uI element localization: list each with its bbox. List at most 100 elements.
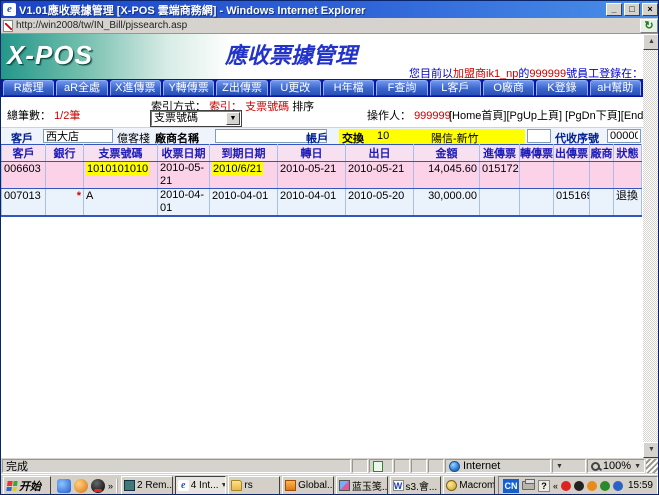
record-count: 總筆數： 1/2筆 (7, 107, 80, 123)
table-row[interactable]: 007013 * A 2010-04-01 2010-04-01 2010-04… (2, 189, 642, 217)
info-row: 總筆數： 1/2筆 索引方式： 索引： 支票號碼 排序 支票號碼 ▼ 操作人： … (1, 97, 643, 127)
maximize-button[interactable]: □ (624, 3, 640, 16)
highlighted-due-date: 2010/6/21 (212, 162, 263, 176)
taskbar-global-button[interactable]: Global... (282, 476, 334, 495)
zoom-control[interactable]: 100% ▼ (587, 459, 645, 473)
task-buttons: 2 Rem... ▼ e 4 Int... ▼ rs Global... 蓝玉笺… (121, 476, 495, 495)
menu-bar: R處理 aR全處 X進傳票 Y轉傳票 Z出傳票 U更改 H年檔 F查詢 L客戶 … (1, 79, 643, 97)
quicklaunch-app-icon[interactable] (74, 479, 88, 493)
status-badge: 退換 (614, 189, 642, 217)
col-customer: 客戶 (2, 145, 46, 162)
paging-keys-hint: [Home首頁][PgUp上頁] [PgDn下頁][End尾頁] (449, 107, 643, 123)
col-transfer-voucher: 轉傳票 (520, 145, 554, 162)
window-title: V1.01應收票據管理 [X-POS 雲端商務網] - Windows Inte… (19, 2, 606, 18)
col-amount: 金額 (414, 145, 480, 162)
chevron-down-icon: ▼ (556, 463, 563, 470)
menu-out-voucher-button[interactable]: Z出傳票 (216, 80, 267, 96)
status-text: 完成 (2, 459, 351, 473)
quick-launch: » (54, 479, 118, 493)
filter-row: 客戶 億客棧 廠商名稱 帳戶 交換 10 陽信-新竹 代收序號 (1, 127, 643, 144)
collection-serial-input[interactable] (607, 129, 641, 143)
record-count-value: 1/2筆 (54, 110, 80, 122)
clock[interactable]: 15:59 (626, 480, 653, 491)
vertical-scrollbar[interactable]: ▲ ▼ (643, 34, 659, 458)
globe-icon (449, 461, 460, 472)
address-bar: ↻ (1, 18, 659, 34)
col-transfer-date: 轉日 (278, 145, 346, 162)
help-icon[interactable]: ? (538, 480, 550, 492)
chevron-down-icon: ▼ (221, 482, 227, 489)
macromedia-icon (446, 480, 457, 491)
privacy-dropdown[interactable]: ▼ (552, 459, 586, 473)
magnifier-icon (591, 462, 600, 471)
customer-code-input[interactable] (43, 129, 113, 143)
menu-in-voucher-button[interactable]: X進傳票 (110, 80, 161, 96)
col-in-voucher: 進傳票 (480, 145, 520, 162)
ie-icon: e (178, 480, 189, 491)
taskbar-word-doc-button[interactable]: W s3.會... (390, 476, 442, 495)
menu-help-button[interactable]: aH幫助 (590, 80, 641, 96)
quicklaunch-more-icon[interactable]: » (108, 481, 113, 491)
status-bar: 完成 Internet ▼ 100% ▼ (1, 458, 659, 474)
menu-process-button[interactable]: R處理 (3, 80, 54, 96)
printer-icon[interactable] (522, 481, 535, 490)
resize-grip[interactable] (646, 459, 659, 473)
taskbar-macromedia-button[interactable]: Macrom... (443, 476, 495, 495)
col-status: 狀態 (614, 145, 642, 162)
menu-query-button[interactable]: F查詢 (376, 80, 427, 96)
folder-icon (231, 480, 242, 491)
title-bar: e V1.01應收票據管理 [X-POS 雲端商務網] - Windows In… (1, 1, 659, 18)
browser-window: e V1.01應收票據管理 [X-POS 雲端商務網] - Windows In… (0, 0, 659, 495)
scroll-up-icon[interactable]: ▲ (643, 34, 659, 50)
account-extra-input[interactable] (527, 129, 551, 143)
scroll-down-icon[interactable]: ▼ (643, 442, 659, 458)
table-row[interactable]: 006603 1010101010 2010-05-21 2010/6/21 2… (2, 162, 642, 189)
tray-icon[interactable] (600, 481, 610, 491)
menu-transfer-voucher-button[interactable]: Y轉傳票 (163, 80, 214, 96)
close-button[interactable]: × (642, 3, 658, 16)
exchange-code: 10 (377, 130, 389, 142)
tray-qq-icon[interactable] (574, 481, 584, 491)
start-button[interactable]: 开始 (3, 476, 51, 495)
language-indicator[interactable]: CN (503, 479, 519, 493)
operator-value: 999999 (414, 110, 451, 122)
taskbar-notes-button[interactable]: 蓝玉笺... (336, 476, 388, 495)
taskbar-remote-desktop-button[interactable]: 2 Rem... ▼ (121, 476, 173, 495)
windows-logo-icon (6, 481, 17, 491)
app-icon (285, 480, 296, 491)
bank-flag: * (46, 189, 84, 217)
app-icon (339, 480, 350, 491)
menu-vendor-button[interactable]: O廠商 (483, 80, 534, 96)
chevron-down-icon[interactable]: ▼ (226, 112, 240, 125)
minimize-button[interactable]: _ (606, 3, 622, 16)
menu-modify-button[interactable]: U更改 (270, 80, 321, 96)
address-input[interactable] (16, 19, 637, 32)
taskbar: 开始 » 2 Rem... ▼ e 4 Int... ▼ rs (1, 474, 659, 495)
exchange-field[interactable]: 交換 10 陽信-新竹 (339, 129, 525, 144)
tray-icon[interactable] (561, 481, 571, 491)
tray-collapse-icon[interactable]: « (553, 481, 558, 491)
col-out-voucher: 出傳票 (554, 145, 590, 162)
col-out-date: 出日 (346, 145, 414, 162)
script-status-icon (373, 461, 383, 472)
system-tray: CN ? « 15:59 (498, 476, 658, 495)
taskbar-folder-button[interactable]: rs (228, 476, 280, 495)
taskbar-internet-explorer-button[interactable]: e 4 Int... ▼ (175, 476, 227, 495)
menu-login-button[interactable]: K登錄 (536, 80, 587, 96)
quicklaunch-qq-icon[interactable] (91, 479, 105, 493)
index-select-value: 支票號碼 (152, 112, 226, 125)
table-header-row: 客戶 銀行 支票號碼 收票日期 到期日期 轉日 出日 金額 進傳票 轉傳票 出傳… (2, 145, 642, 162)
index-select[interactable]: 支票號碼 ▼ (151, 111, 241, 126)
tray-icon[interactable] (587, 481, 597, 491)
menu-process-all-button[interactable]: aR全處 (56, 80, 107, 96)
tray-icon[interactable] (613, 481, 623, 491)
refresh-go-icon[interactable]: ↻ (640, 19, 658, 33)
page-header: X-POS 應收票據管理 您目前以加盟商ik1_np的999999號員工登錄在：… (1, 34, 643, 79)
col-receive-date: 收票日期 (158, 145, 210, 162)
page-content: X-POS 應收票據管理 您目前以加盟商ik1_np的999999號員工登錄在：… (1, 34, 659, 458)
menu-customer-button[interactable]: L客戶 (430, 80, 481, 96)
chevron-down-icon: ▼ (634, 463, 641, 470)
quicklaunch-messenger-icon[interactable] (57, 479, 71, 493)
menu-year-file-button[interactable]: H年檔 (323, 80, 374, 96)
operator: 操作人： 999999 (367, 107, 451, 123)
